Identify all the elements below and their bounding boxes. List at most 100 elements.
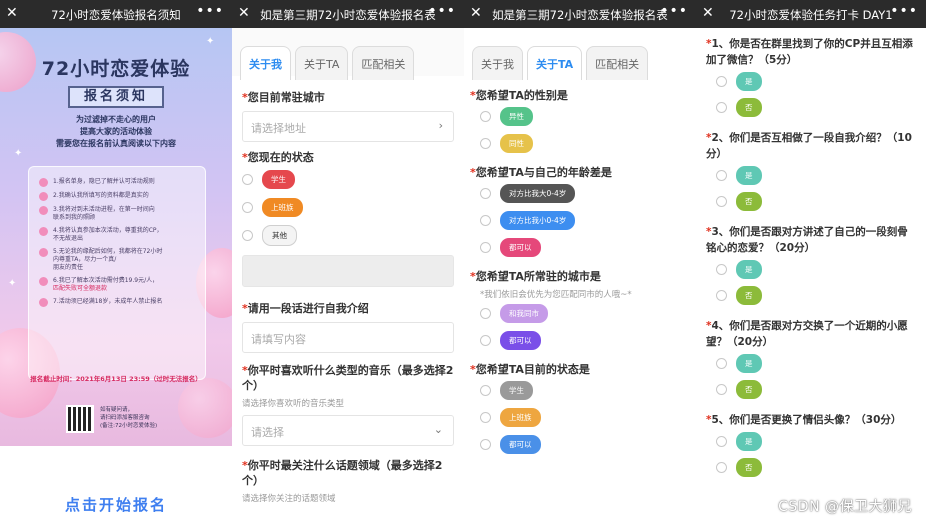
poster-intro: 为过滤掉不走心的用户 提高大家的活动体验 需要您在报名前认真阅读以下内容 [56,115,176,148]
tab-about-me[interactable]: 关于我 [472,46,523,80]
option-worker[interactable]: 上班族 [470,404,690,431]
screen-signup-notice: ✕ 72小时恋爱体验报名须知 ••• ✦ ✦ ✦ 72小时恋爱体验 报名须知 为… [0,0,232,524]
rule-item: 4.我将认真参加本次活动，尊重我的CP， 不无故退出 [39,227,199,243]
tab-matching[interactable]: 匹配相关 [352,46,415,80]
option-no[interactable]: 否 [706,454,916,480]
option-other[interactable]: 其他 [242,221,454,249]
radio-button[interactable] [480,215,491,226]
radio-button[interactable] [716,435,727,447]
poster-image: ✦ ✦ ✦ 72小时恋爱体验 报名须知 为过滤掉不走心的用户 提高大家的活动体验… [0,28,232,446]
question-gender: *您希望TA的性别是 [470,89,568,102]
task-question: *4、你们是否跟对方交换了一个近期的小愿望？（20分） 是 否 [706,318,916,402]
radio-button[interactable] [480,242,491,253]
close-icon[interactable]: ✕ [702,5,714,21]
screen-task-checkin: ✕ 72小时恋爱体验任务打卡 DAY1 ••• *1、你是否在群里找到了你的CP… [696,0,926,524]
radio-button[interactable] [480,138,491,149]
form-tabs: 关于我 关于TA 匹配相关 [232,28,464,80]
radio-button[interactable] [242,229,253,241]
title-bar: ✕ 如是第三期72小时恋爱体验报名表 ••• [232,0,464,28]
tab-matching[interactable]: 匹配相关 [586,46,649,80]
option-same-sex[interactable]: 同性 [470,130,690,157]
rules-card: 1.报名单身，隐已了解并认可活动规则 2.我确认我所填写的资料都是真实的 3.我… [28,166,206,380]
radio-button[interactable] [716,383,727,395]
radio-button[interactable] [716,101,727,113]
screen-form-about-ta: ✕ 如是第三期72小时恋爱体验报名表 ••• 关于我 关于TA 匹配相关 *您希… [464,0,696,524]
self-intro-input[interactable]: 请填写内容 [242,322,454,353]
more-icon[interactable]: ••• [428,3,456,19]
question-city: *您希望TA所常驻的城市是 [470,270,601,283]
radio-button[interactable] [480,439,491,450]
task-question: *2、你们是否互相做了一段自我介绍？（10分） 是 否 [706,130,916,214]
window-title: 如是第三期72小时恋爱体验报名表 [492,8,668,22]
option-any-age[interactable]: 都可以 [470,234,690,261]
topics-hint: 请选择你关注的话题领域 [242,494,336,504]
start-signup-button[interactable]: 点击开始报名 [0,494,232,515]
city-select[interactable]: 请选择地址 › [242,111,454,142]
option-older[interactable]: 对方比我大0-4岁 [470,180,690,207]
option-same-city[interactable]: 和我同市 [470,300,690,327]
radio-button[interactable] [716,461,727,473]
title-bar: ✕ 72小时恋爱体验任务打卡 DAY1 ••• [696,0,926,28]
tab-about-ta[interactable]: 关于TA [527,46,583,80]
rule-item: 1.报名单身，隐已了解并认可活动规则 [39,178,199,187]
deadline-text: 报名截止时间：2021年6月13日 23:59（过时无法报名） [30,375,202,383]
poster-title: 72小时恋爱体验 [41,58,191,80]
window-title: 72小时恋爱体验任务打卡 DAY1 [729,8,893,22]
option-worker[interactable]: 上班族 [242,193,454,221]
radio-button[interactable] [480,385,491,396]
more-icon[interactable]: ••• [660,3,688,19]
screen-form-about-me: ✕ 如是第三期72小时恋爱体验报名表 ••• 关于我 关于TA 匹配相关 *您目… [232,0,464,524]
option-student[interactable]: 学生 [470,377,690,404]
more-icon[interactable]: ••• [890,3,918,19]
radio-button[interactable] [716,195,727,207]
music-select[interactable]: 请选择 ⌄ [242,415,454,446]
option-yes[interactable]: 是 [706,428,916,454]
option-student[interactable]: 学生 [242,165,454,193]
question-age-gap: *您希望TA与自己的年龄差是 [470,166,612,179]
rule-item: 5.无论我的缘配后如何，我都将在72小时 内尊重TA，尽力一个真/朋友的责任 [39,248,199,272]
close-icon[interactable]: ✕ [470,5,482,21]
close-icon[interactable]: ✕ [6,5,18,21]
tab-about-ta[interactable]: 关于TA [295,46,349,80]
question-status: *您现在的状态 [242,151,314,164]
option-no[interactable]: 否 [706,282,916,308]
chevron-right-icon: › [438,119,443,132]
qr-note: 如有疑问请， 请扫码添加客服咨询 (备注:72小时恋爱体验) [100,407,158,429]
music-hint: 请选择你喜欢听的音乐类型 [242,399,345,409]
poster-subtitle: 报名须知 [68,86,164,108]
option-yes[interactable]: 是 [706,350,916,376]
other-status-input[interactable] [242,255,454,287]
tab-about-me[interactable]: 关于我 [240,46,291,80]
task-question: *5、你们是否更换了情侣头像？（30分） 是 否 [706,412,916,480]
task-question: *3、你们是否跟对方讲述了自己的一段刻骨铭心的恋爱？（20分） 是 否 [706,224,916,308]
radio-button[interactable] [480,412,491,423]
close-icon[interactable]: ✕ [238,5,250,21]
task-question: *1、你是否在群里找到了你的CP并且互相添加了微信？（5分） 是 否 [706,36,916,120]
radio-button[interactable] [480,308,491,319]
option-no[interactable]: 否 [706,376,916,402]
radio-button[interactable] [716,263,727,275]
window-title: 如是第三期72小时恋爱体验报名表 [260,8,436,22]
radio-button[interactable] [716,75,727,87]
title-bar: ✕ 如是第三期72小时恋爱体验报名表 ••• [464,0,696,28]
radio-button[interactable] [242,201,253,213]
option-any-city[interactable]: 都可以 [470,327,690,354]
option-opposite-sex[interactable]: 异性 [470,103,690,130]
radio-button[interactable] [716,357,727,369]
option-younger[interactable]: 对方比我小0-4岁 [470,207,690,234]
title-bar: ✕ 72小时恋爱体验报名须知 ••• [0,0,232,28]
option-yes[interactable]: 是 [706,256,916,282]
option-any-status[interactable]: 都可以 [470,431,690,458]
option-yes[interactable]: 是 [706,162,916,188]
radio-button[interactable] [716,169,727,181]
radio-button[interactable] [480,188,491,199]
city-hint: *我们依旧会优先为您匹配同市的人哦~* [480,290,632,300]
more-icon[interactable]: ••• [196,3,224,19]
radio-button[interactable] [716,289,727,301]
radio-button[interactable] [480,335,491,346]
option-no[interactable]: 否 [706,94,916,120]
radio-button[interactable] [480,111,491,122]
radio-button[interactable] [242,173,253,185]
option-yes[interactable]: 是 [706,68,916,94]
option-no[interactable]: 否 [706,188,916,214]
